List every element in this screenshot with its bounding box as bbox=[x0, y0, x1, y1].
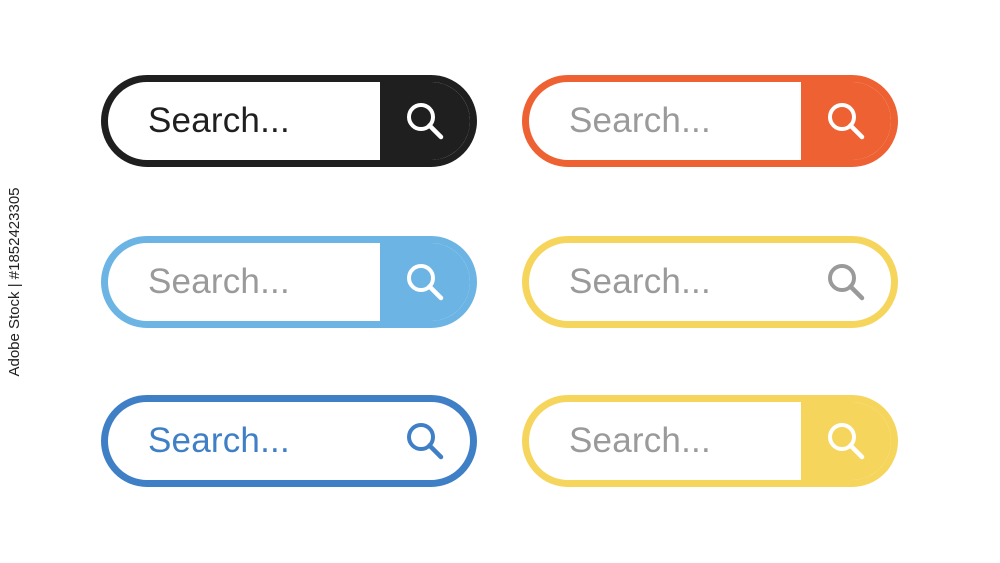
search-input[interactable]: Search... bbox=[569, 82, 711, 160]
search-input[interactable]: Search... bbox=[569, 243, 711, 321]
search-button[interactable] bbox=[380, 402, 470, 480]
search-input[interactable]: Search... bbox=[569, 402, 711, 480]
search-icon bbox=[407, 264, 444, 301]
search-icon bbox=[828, 264, 865, 301]
search-input[interactable]: Search... bbox=[148, 402, 290, 480]
search-button[interactable] bbox=[801, 82, 891, 160]
search-icon bbox=[407, 423, 444, 460]
search-icon bbox=[828, 103, 865, 140]
search-icon bbox=[828, 423, 865, 460]
search-button[interactable] bbox=[801, 243, 891, 321]
search-input[interactable]: Search... bbox=[148, 243, 290, 321]
search-button[interactable] bbox=[380, 82, 470, 160]
search-bar-orange[interactable]: Search... bbox=[522, 75, 898, 167]
search-button[interactable] bbox=[801, 402, 891, 480]
search-bar-light-blue[interactable]: Search... bbox=[101, 236, 477, 328]
search-bar-blue-outline[interactable]: Search... bbox=[101, 395, 477, 487]
search-icon bbox=[407, 103, 444, 140]
search-button[interactable] bbox=[380, 243, 470, 321]
search-input[interactable]: Search... bbox=[148, 82, 290, 160]
watermark-text: Adobe Stock | #1852423305 bbox=[6, 187, 23, 377]
search-bar-yellow[interactable]: Search... bbox=[522, 395, 898, 487]
search-bar-yellow-outline[interactable]: Search... bbox=[522, 236, 898, 328]
search-bar-black[interactable]: Search... bbox=[101, 75, 477, 167]
